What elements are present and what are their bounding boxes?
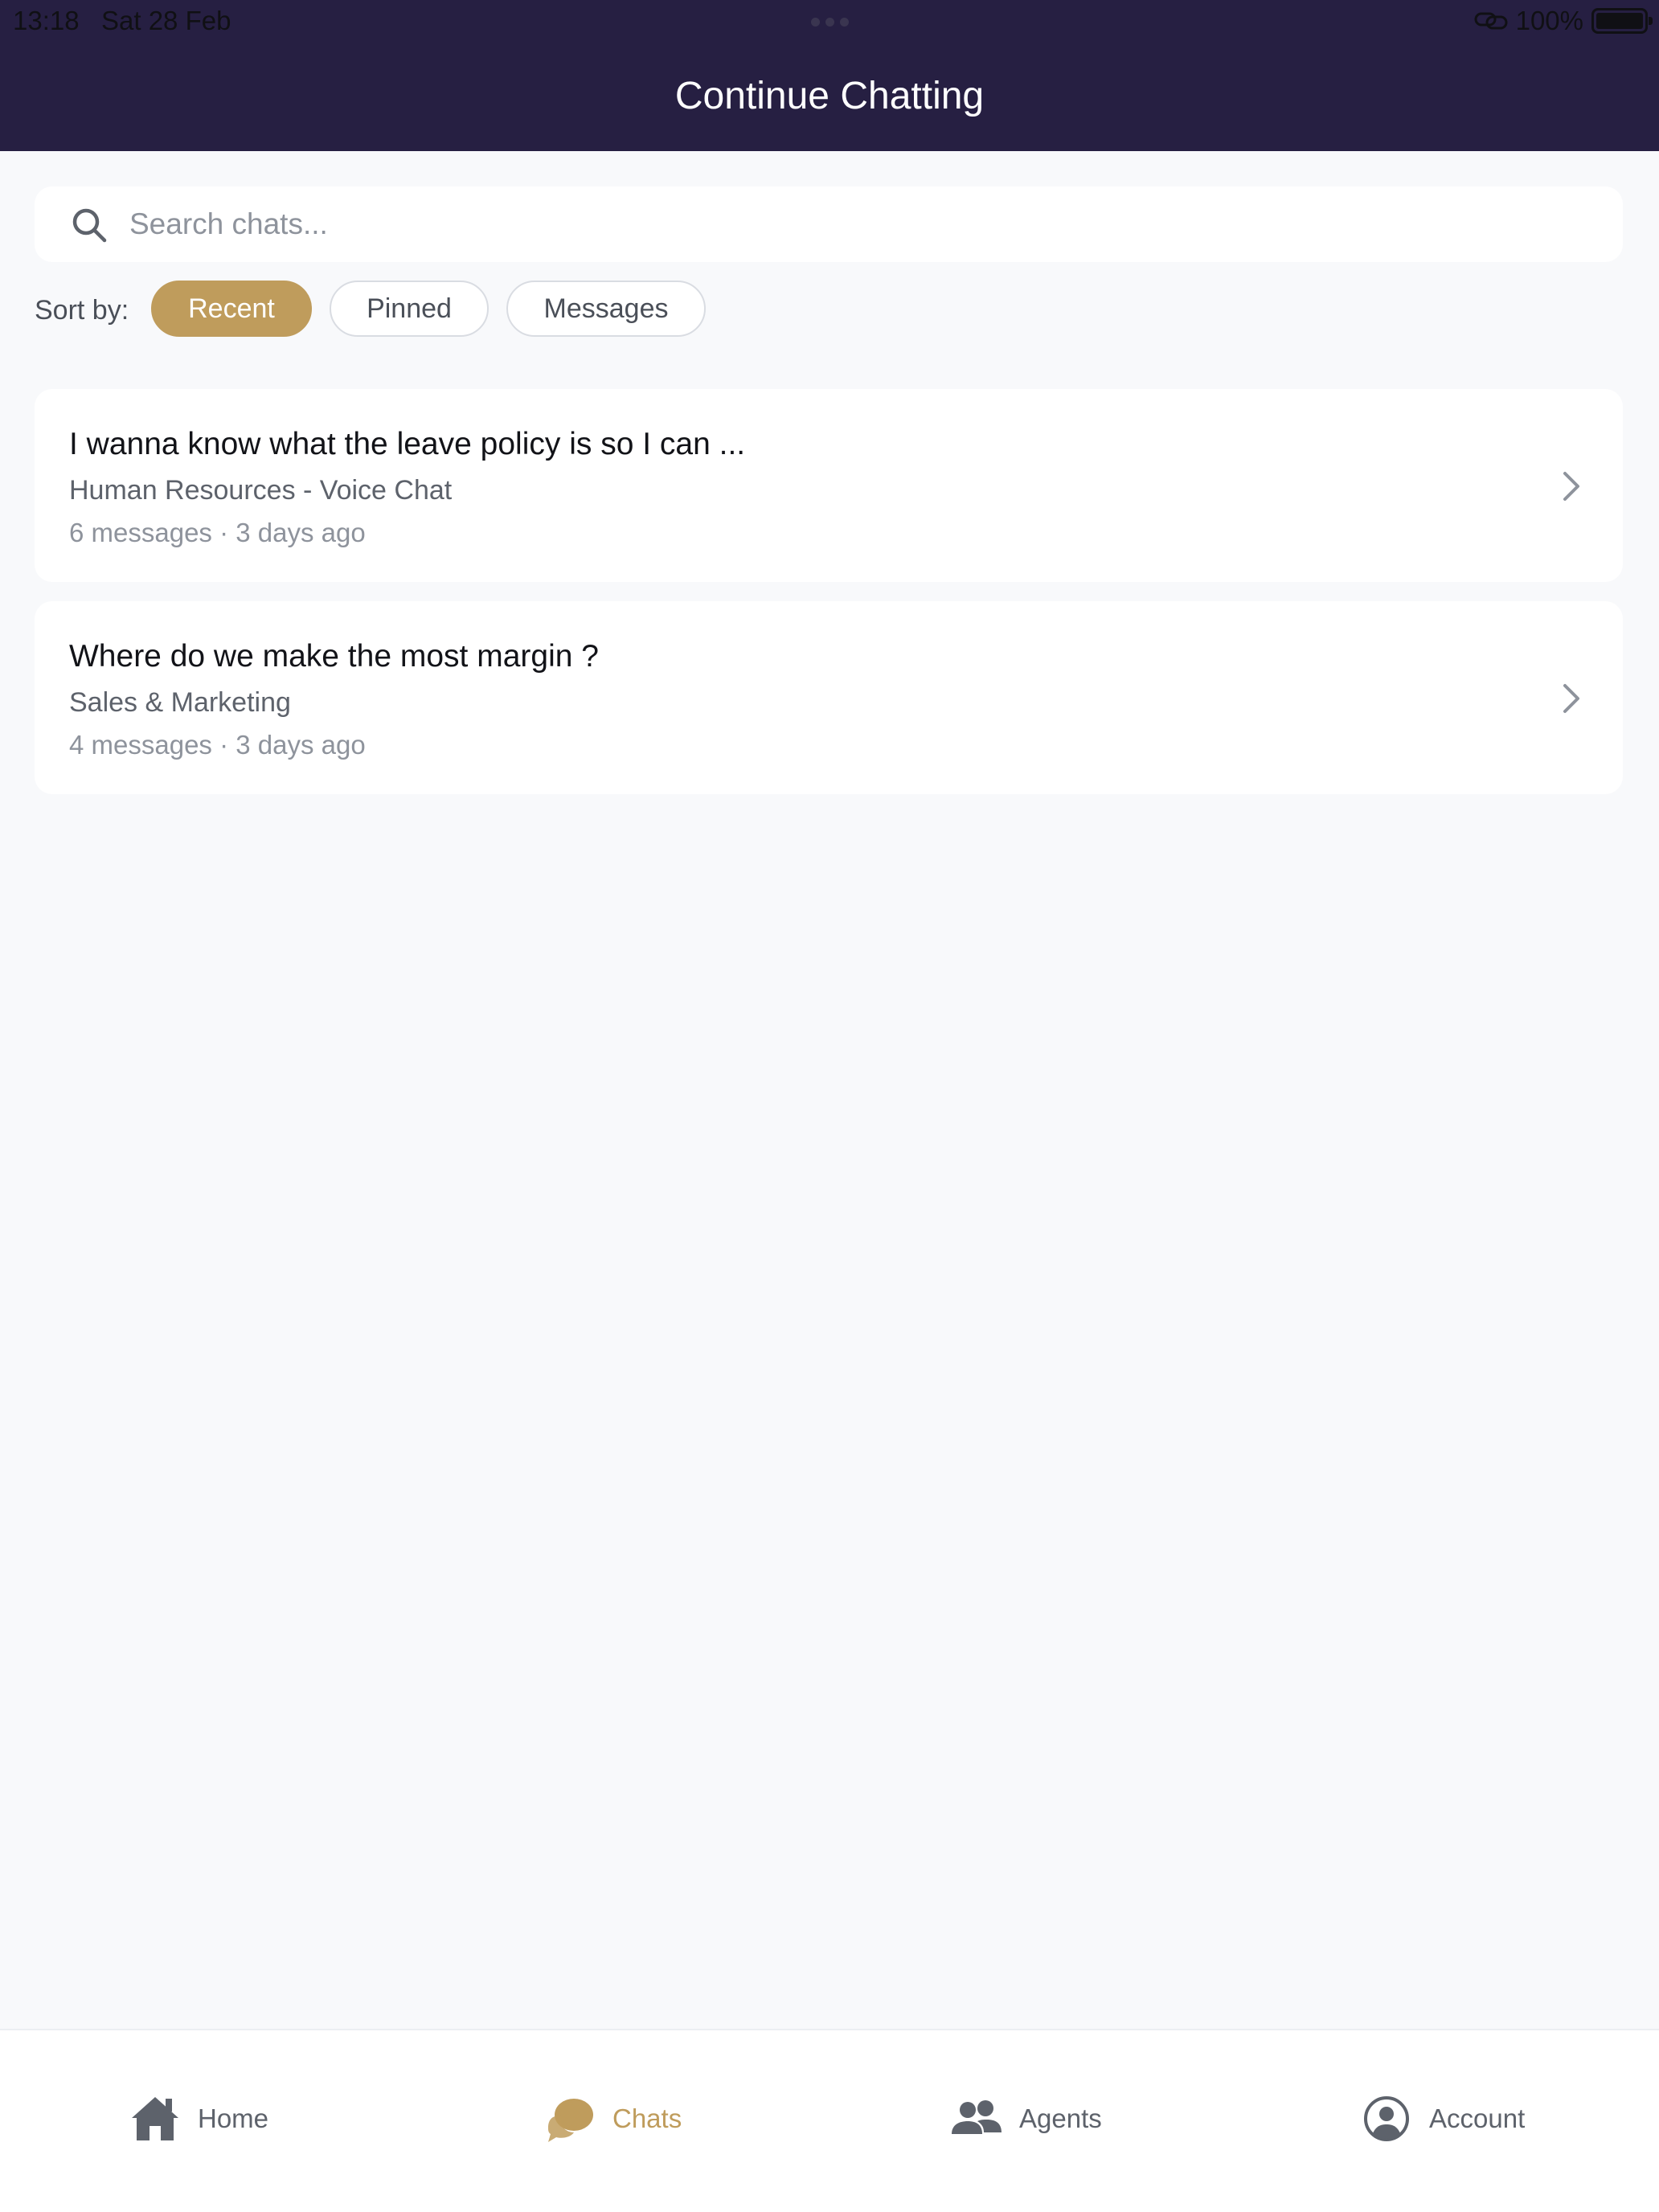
sort-label: Sort by: bbox=[35, 295, 129, 326]
tab-label: Home bbox=[198, 2103, 269, 2133]
search-bar[interactable] bbox=[35, 186, 1623, 262]
search-icon bbox=[72, 208, 107, 243]
tab-home[interactable]: Home bbox=[129, 2087, 268, 2151]
tab-account[interactable]: Account bbox=[1360, 2087, 1525, 2151]
link-icon bbox=[1474, 12, 1508, 30]
status-time: 13:18 bbox=[13, 6, 80, 35]
sort-chip-recent[interactable]: Recent bbox=[151, 281, 312, 337]
tab-chats[interactable]: Chats bbox=[543, 2087, 682, 2151]
tab-label: Chats bbox=[612, 2103, 682, 2133]
multitasking-dots-icon[interactable] bbox=[805, 18, 854, 27]
home-icon bbox=[132, 2097, 178, 2140]
chat-title: Where do we make the most margin ? bbox=[69, 639, 599, 674]
chat-meta: 6 messages · 3 days ago bbox=[69, 518, 366, 547]
battery-percent: 100% bbox=[1515, 6, 1583, 35]
tab-agents[interactable]: Agents bbox=[950, 2087, 1102, 2151]
battery-icon bbox=[1591, 8, 1653, 34]
page-title: Continue Chatting bbox=[674, 75, 985, 117]
sort-chip-pinned[interactable]: Pinned bbox=[330, 281, 489, 337]
users-icon bbox=[952, 2100, 1002, 2134]
chat-list-item[interactable]: Where do we make the most margin ? Sales… bbox=[35, 601, 1623, 794]
chat-bubbles-icon bbox=[548, 2099, 593, 2142]
bottom-tab-bar: Home Chats Agents Account bbox=[0, 2029, 1659, 2212]
chevron-right-icon bbox=[1563, 684, 1579, 713]
top-header: 13:18 Sat 28 Feb 100% Continue Chatting bbox=[0, 0, 1659, 151]
status-date: Sat 28 Feb bbox=[101, 6, 231, 35]
chat-agent: Human Resources - Voice Chat bbox=[69, 475, 453, 506]
chat-agent: Sales & Marketing bbox=[69, 687, 291, 718]
chat-list-item[interactable]: I wanna know what the leave policy is so… bbox=[35, 389, 1623, 582]
tab-label: Account bbox=[1429, 2103, 1526, 2133]
tab-label: Agents bbox=[1019, 2103, 1102, 2133]
chat-meta: 4 messages · 3 days ago bbox=[69, 730, 366, 760]
search-input[interactable] bbox=[129, 186, 1576, 262]
user-circle-icon bbox=[1364, 2096, 1409, 2141]
chat-title: I wanna know what the leave policy is so… bbox=[69, 427, 746, 461]
sort-chip-messages[interactable]: Messages bbox=[506, 281, 706, 337]
chevron-right-icon bbox=[1563, 472, 1579, 501]
status-indicators: 100% bbox=[1474, 5, 1653, 37]
